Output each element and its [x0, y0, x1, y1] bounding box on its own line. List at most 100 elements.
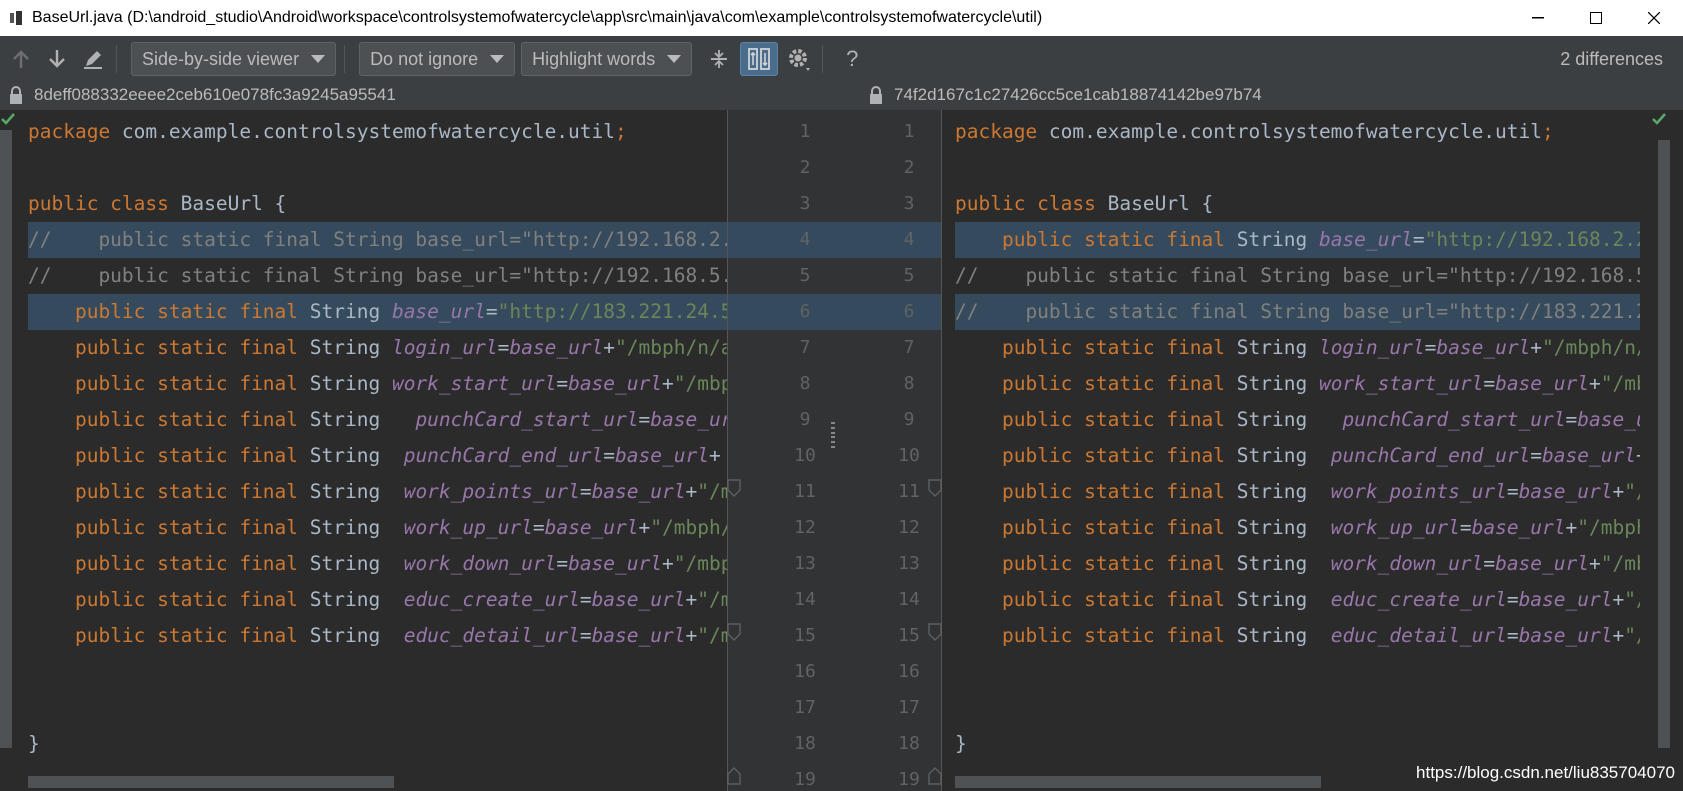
right-vertical-scrollbar[interactable]: [1658, 140, 1670, 748]
right-line-number: 14: [898, 589, 920, 610]
code-line: public static final String punchCard_sta…: [1001, 408, 1640, 431]
right-line-number: 16: [898, 661, 920, 682]
right-revision-hash: 74f2d167c1c27426cc5ce1cab18874142be97b74: [894, 85, 1262, 104]
ignore-mode-label: Do not ignore: [370, 48, 479, 69]
code-line: package com.example.controlsystemofwater…: [28, 120, 627, 143]
left-editor[interactable]: package com.example.controlsystemofwater…: [0, 110, 727, 791]
settings-gear-icon[interactable]: [784, 44, 814, 74]
code-line: public static final String login_url=bas…: [1001, 336, 1640, 359]
left-line-number: 16: [794, 661, 816, 682]
left-horizontal-scrollbar[interactable]: [28, 776, 394, 788]
maximize-button[interactable]: [1567, 0, 1625, 36]
code-line: public class BaseUrl {: [28, 192, 287, 215]
code-line: // public static final String base_url="…: [955, 264, 1640, 287]
ignore-whitespace-dropdown[interactable]: Do not ignore: [359, 42, 516, 76]
lock-icon: [870, 86, 882, 104]
code-line-changed: // public static final String base_url="…: [955, 294, 1640, 330]
watermark-text: https://blog.csdn.net/liu835704070: [1416, 763, 1675, 782]
left-line-number: 15: [794, 625, 816, 646]
code-line: public static final String educ_create_u…: [1001, 588, 1640, 611]
left-revision-hash: 8deff088332eeee2ceb610e078fc3a9245a95541: [34, 85, 396, 104]
highlight-mode-label: Highlight words: [532, 48, 656, 69]
code-line: public class BaseUrl {: [955, 192, 1214, 215]
right-line-number: 6: [903, 301, 915, 322]
code-line-changed: public static final String base_url="htt…: [955, 222, 1640, 258]
next-difference-icon[interactable]: [42, 44, 72, 74]
diff-toolbar: Side-by-side viewer Do not ignore Highli…: [0, 36, 1683, 82]
code-line: public static final String work_up_url=b…: [74, 516, 727, 539]
left-line-number: 3: [799, 193, 811, 214]
help-icon[interactable]: ?: [837, 44, 867, 74]
lock-icon: [10, 86, 22, 104]
left-line-number: 4: [799, 229, 811, 250]
right-horizontal-scrollbar[interactable]: [955, 776, 1321, 788]
left-code-area: package com.example.controlsystemofwater…: [28, 110, 727, 791]
code-line: public static final String login_url=bas…: [74, 336, 727, 359]
splitter-grip[interactable]: [831, 422, 835, 448]
code-line: public static final String educ_detail_u…: [74, 624, 727, 647]
fold-marker-icon[interactable]: [928, 623, 942, 641]
right-line-number: 18: [898, 733, 920, 754]
check-icon: [1652, 113, 1666, 125]
right-line-number: 10: [898, 445, 920, 466]
code-line: public static final String work_up_url=b…: [1001, 516, 1640, 539]
left-line-number: 13: [794, 553, 816, 574]
toolbar-separator: [116, 45, 117, 73]
app-icon: [8, 10, 24, 26]
gutter-left-border: [727, 110, 728, 791]
right-line-number: 8: [903, 373, 915, 394]
right-line-number: 1: [903, 121, 915, 142]
left-line-number: 8: [799, 373, 811, 394]
right-line-number: 4: [903, 229, 915, 250]
synchronize-scrolling-icon[interactable]: [740, 42, 779, 76]
right-line-number: 12: [898, 517, 920, 538]
right-line-number: 5: [903, 265, 915, 286]
right-line-number: 15: [898, 625, 920, 646]
collapse-unchanged-icon[interactable]: [704, 44, 734, 74]
left-line-number: 9: [799, 409, 811, 430]
code-line: public static final String work_start_ur…: [1001, 372, 1640, 395]
right-editor[interactable]: package com.example.controlsystemofwater…: [942, 110, 1670, 791]
previous-difference-icon[interactable]: [6, 44, 36, 74]
fold-marker-icon[interactable]: [727, 767, 741, 785]
code-line: }: [28, 732, 40, 755]
code-line: public static final String work_points_u…: [74, 480, 727, 503]
close-button[interactable]: [1625, 0, 1683, 36]
toolbar-separator: [344, 45, 346, 73]
right-code-area: package com.example.controlsystemofwater…: [955, 110, 1640, 791]
left-line-number: 14: [794, 589, 816, 610]
highlight-mode-dropdown[interactable]: Highlight words: [521, 42, 693, 76]
left-line-number: 2: [799, 157, 811, 178]
window-title-bar: BaseUrl.java (D:\android_studio\Android\…: [0, 0, 1683, 36]
diff-gutter: 1 1 2 2 3 3 4 4 5 5 6 6 7 7 8 8 9 9 10 10 11 11 12 12 13 13 14 14 15…: [727, 110, 942, 791]
left-vertical-scrollbar[interactable]: [0, 130, 12, 748]
window-title: BaseUrl.java (D:\android_studio\Android\…: [32, 9, 1043, 26]
code-line: public static final String work_start_ur…: [74, 372, 727, 395]
minimize-button[interactable]: [1509, 0, 1567, 36]
left-line-number: 12: [794, 517, 816, 538]
viewer-mode-dropdown[interactable]: Side-by-side viewer: [131, 42, 337, 76]
chevron-down-icon: [490, 55, 505, 63]
fold-marker-icon[interactable]: [727, 623, 741, 641]
right-line-number: 13: [898, 553, 920, 574]
revision-header: 8deff088332eeee2ceb610e078fc3a9245a95541…: [0, 82, 1683, 110]
left-line-number: 11: [794, 481, 816, 502]
code-line: public static final String work_points_u…: [1001, 480, 1640, 503]
fold-marker-icon[interactable]: [727, 479, 741, 497]
chevron-down-icon: [667, 55, 682, 63]
fold-marker-icon[interactable]: [928, 767, 942, 785]
code-line: // public static final String base_url="…: [28, 264, 727, 287]
code-line: }: [955, 732, 967, 755]
left-line-number: 18: [794, 733, 816, 754]
code-line: public static final String punchCard_sta…: [74, 408, 727, 431]
left-line-number: 1: [799, 121, 811, 142]
code-line: public static final String punchCard_end…: [74, 444, 721, 467]
right-line-number: 17: [898, 697, 920, 718]
edit-source-icon[interactable]: [78, 44, 108, 74]
code-line: public static final String educ_create_u…: [74, 588, 727, 611]
right-line-number: 11: [898, 481, 920, 502]
fold-marker-icon[interactable]: [928, 479, 942, 497]
code-line: public static final String work_down_url…: [1001, 552, 1640, 575]
left-revision: 8deff088332eeee2ceb610e078fc3a9245a95541: [8, 85, 396, 105]
right-line-number: 3: [903, 193, 915, 214]
